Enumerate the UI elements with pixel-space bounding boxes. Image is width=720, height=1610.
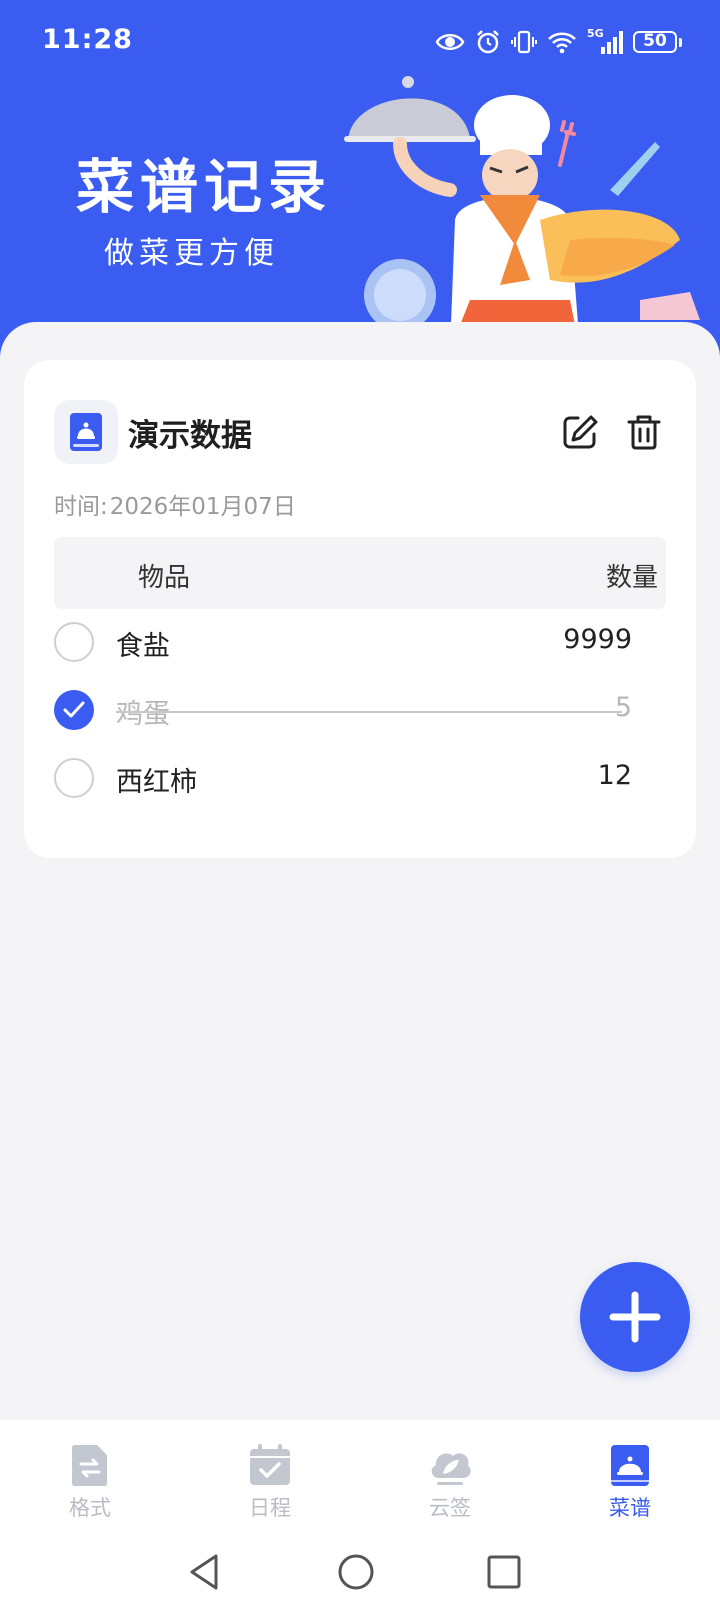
trash-icon [627, 415, 661, 450]
alarm-icon [477, 30, 499, 54]
tab-recipe[interactable]: 菜谱 [580, 1442, 680, 1532]
format-doc-icon [72, 1445, 107, 1486]
tab-label: 菜谱 [609, 1496, 651, 1520]
system-nav-bar [0, 1540, 720, 1610]
tab-schedule[interactable]: 日程 [220, 1442, 320, 1532]
bottom-tab-bar: 格式 日程 云签 菜谱 [0, 1420, 720, 1610]
column-header-item: 物品 [138, 563, 191, 593]
date-label: 时间: [54, 494, 108, 520]
calendar-check-icon [250, 1444, 290, 1485]
strikethrough-line [116, 711, 622, 713]
battery-icon: 50 [633, 31, 682, 53]
status-icons: 5G 50 [435, 26, 682, 58]
item-qty: 12 [597, 760, 632, 791]
item-name: 西红柿 [116, 767, 197, 798]
table-row[interactable]: 食盐 9999 [54, 612, 666, 672]
column-header-qty: 数量 [605, 563, 658, 593]
row-checkbox[interactable] [54, 622, 94, 662]
card-title: 演示数据 [128, 418, 252, 454]
cellular-signal-icon: 5G [587, 27, 623, 55]
recents-icon[interactable] [482, 1550, 526, 1594]
tab-format[interactable]: 格式 [40, 1442, 140, 1532]
tab-label: 格式 [69, 1496, 111, 1520]
date-value: 2026年01月07日 [109, 494, 296, 520]
status-time: 11:28 [42, 24, 133, 55]
edit-icon [563, 415, 598, 449]
cloud-leaf-icon [431, 1453, 471, 1485]
item-name: 食盐 [116, 631, 170, 662]
checkmark-icon [63, 701, 85, 718]
battery-level: 50 [633, 31, 677, 53]
card-icon [54, 400, 118, 464]
tab-cloud-sign[interactable]: 云签 [400, 1442, 500, 1532]
chef-illustration [344, 76, 700, 350]
table-row[interactable]: 西红柿 12 [54, 748, 666, 808]
recipe-book-icon [611, 1445, 649, 1486]
wifi-icon [548, 32, 576, 54]
recipe-book-icon [70, 413, 102, 451]
add-button[interactable] [580, 1262, 690, 1372]
item-qty: 5 [614, 692, 632, 723]
back-icon[interactable] [184, 1550, 228, 1594]
edit-button[interactable] [560, 412, 600, 452]
plus-icon [609, 1291, 661, 1343]
table-header: 物品 数量 [54, 537, 666, 609]
tab-label: 日程 [249, 1496, 291, 1520]
home-icon[interactable] [334, 1550, 378, 1594]
item-qty: 9999 [563, 624, 632, 655]
date-line: 时间: 2026年01月07日 [54, 487, 296, 521]
eye-icon [435, 34, 465, 50]
row-checkbox-checked[interactable] [54, 690, 94, 730]
hero-title: 菜谱记录 [76, 153, 333, 221]
delete-button[interactable] [624, 412, 664, 452]
table-row[interactable]: 鸡蛋 5 [54, 680, 666, 740]
hero-subtitle: 做菜更方便 [104, 236, 279, 271]
row-checkbox[interactable] [54, 758, 94, 798]
vibrate-icon [511, 30, 537, 54]
recipe-card[interactable]: 演示数据 时间: 2026年01月07日 物品 数量 食盐 9999 鸡蛋 5 … [24, 360, 696, 858]
tab-label: 云签 [429, 1496, 471, 1520]
